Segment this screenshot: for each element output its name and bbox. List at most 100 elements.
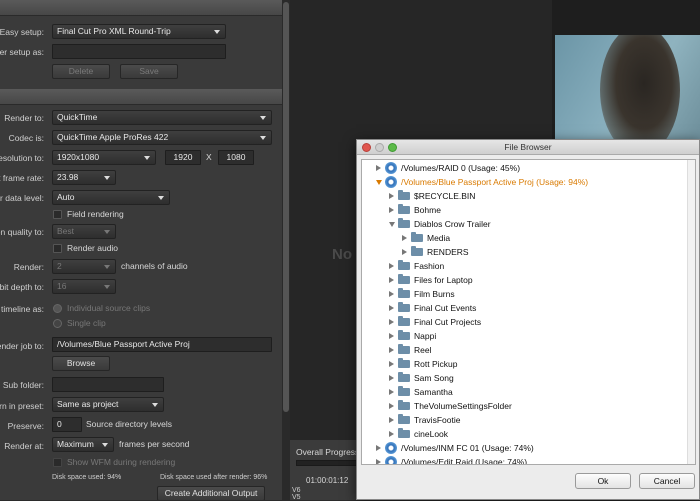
disclosure-closed-icon[interactable]	[389, 305, 394, 311]
folder-icon	[398, 372, 410, 382]
disclosure-closed-icon[interactable]	[389, 389, 394, 395]
render-job-input[interactable]: /Volumes/Blue Passport Active Proj	[52, 337, 272, 352]
row-label: Sam Song	[414, 373, 454, 383]
render-audio-checkbox[interactable]	[53, 244, 62, 253]
show-wfm-checkbox[interactable]	[53, 458, 62, 467]
disclosure-closed-icon[interactable]	[389, 431, 394, 437]
channels-select[interactable]: 2	[52, 259, 116, 274]
create-output-button[interactable]: Create Additional Output	[157, 486, 265, 500]
folder-row[interactable]: Reel	[362, 343, 695, 357]
browse-button[interactable]: Browse	[52, 356, 110, 371]
folder-row[interactable]: TheVolumeSettingsFolder	[362, 399, 695, 413]
disclosure-closed-icon[interactable]	[389, 375, 394, 381]
folder-icon	[398, 302, 410, 312]
file-tree: /Volumes/RAID 0 (Usage: 45%) /Volumes/Blu…	[361, 159, 696, 465]
save-setup-label: Save user setup as:	[0, 47, 44, 57]
disclosure-closed-icon[interactable]	[389, 347, 394, 353]
bit-depth-label: Render at bit depth to:	[0, 282, 44, 292]
folder-row[interactable]: Nappi	[362, 329, 695, 343]
folder-row[interactable]: cineLook	[362, 427, 695, 441]
folder-row[interactable]: Bohme	[362, 203, 695, 217]
bit-depth-select[interactable]: 16	[52, 279, 116, 294]
folder-row[interactable]: Fashion	[362, 259, 695, 273]
folder-row[interactable]: Sam Song	[362, 371, 695, 385]
minimize-icon[interactable]	[375, 143, 384, 152]
render-at-label: Render at:	[4, 441, 44, 451]
disclosure-closed-icon[interactable]	[389, 277, 394, 283]
disclosure-closed-icon[interactable]	[389, 361, 394, 367]
folder-row[interactable]: Samantha	[362, 385, 695, 399]
zoom-icon[interactable]	[388, 143, 397, 152]
width-input[interactable]: 1920	[165, 150, 201, 165]
timeline-label: Render timeline as:	[0, 304, 44, 314]
file-browser-dialog: File Browser /Volumes/RAID 0 (Usage: 45%…	[356, 139, 700, 500]
disclosure-open-icon[interactable]	[376, 180, 382, 185]
folder-row[interactable]: Film Burns	[362, 287, 695, 301]
ok-button[interactable]: Ok	[575, 473, 631, 489]
disclosure-closed-icon[interactable]	[389, 207, 394, 213]
frame-rate-select[interactable]: 23.98	[52, 170, 116, 185]
disclosure-open-icon[interactable]	[389, 222, 395, 227]
volume-row[interactable]: /Volumes/RAID 0 (Usage: 45%)	[362, 161, 695, 175]
height-input[interactable]: 1080	[218, 150, 254, 165]
field-rendering-checkbox[interactable]	[53, 210, 62, 219]
folder-icon	[398, 288, 410, 298]
render-at-select[interactable]: Maximum	[52, 437, 114, 452]
preserve-stepper[interactable]: 0	[52, 417, 82, 432]
folder-icon	[398, 330, 410, 340]
preserve-label: Preserve:	[7, 421, 44, 431]
folder-row[interactable]: Rott Pickup	[362, 357, 695, 371]
close-icon[interactable]	[362, 143, 371, 152]
overall-progress-label: Overall Progress	[296, 447, 360, 457]
folder-row[interactable]: Files for Laptop	[362, 273, 695, 287]
row-label: $RECYCLE.BIN	[414, 191, 476, 201]
disclosure-closed-icon[interactable]	[389, 291, 394, 297]
render-to-select[interactable]: QuickTime	[52, 110, 272, 125]
disclosure-closed-icon[interactable]	[389, 333, 394, 339]
individual-clips-label: Individual source clips	[67, 303, 151, 313]
folder-row[interactable]: TravisFootie	[362, 413, 695, 427]
render-settings-panel: Easy setup: Final Cut Pro XML Round-Trip…	[0, 0, 282, 500]
quality-select[interactable]: Best	[52, 224, 116, 239]
disclosure-closed-icon[interactable]	[389, 193, 394, 199]
easy-setup-select[interactable]: Final Cut Pro XML Round-Trip	[52, 24, 226, 39]
disclosure-closed-icon[interactable]	[389, 319, 394, 325]
preview-image	[555, 35, 700, 140]
individual-clips-radio[interactable]	[53, 304, 62, 313]
folder-row[interactable]: Media	[362, 231, 695, 245]
scrollbar-thumb[interactable]	[283, 2, 289, 412]
disclosure-closed-icon[interactable]	[376, 445, 381, 451]
disclosure-closed-icon[interactable]	[376, 459, 381, 464]
codec-select[interactable]: QuickTime Apple ProRes 422	[52, 130, 272, 145]
folder-icon	[398, 358, 410, 368]
folder-row[interactable]: Final Cut Events	[362, 301, 695, 315]
file-tree-scrollbar[interactable]	[687, 160, 695, 464]
left-panel-scrollbar[interactable]	[282, 0, 290, 500]
disclosure-closed-icon[interactable]	[389, 403, 394, 409]
subfolder-input[interactable]	[52, 377, 164, 392]
row-label: Film Burns	[414, 289, 455, 299]
volume-row[interactable]: /Volumes/Edit Raid (Usage: 74%)	[362, 455, 695, 465]
disclosure-closed-icon[interactable]	[376, 165, 381, 171]
return-preset-select[interactable]: Same as project	[52, 397, 164, 412]
data-level-select[interactable]: Auto	[52, 190, 170, 205]
volume-row[interactable]: /Volumes/Blue Passport Active Proj (Usag…	[362, 175, 695, 189]
cancel-button[interactable]: Cancel	[639, 473, 695, 489]
folder-row[interactable]: Final Cut Projects	[362, 315, 695, 329]
save-setup-input[interactable]	[52, 44, 226, 59]
resolution-select[interactable]: 1920x1080	[52, 150, 156, 165]
row-label: /Volumes/Edit Raid (Usage: 74%)	[401, 457, 528, 465]
folder-row[interactable]: Diablos Crow Trailer	[362, 217, 695, 231]
disclosure-closed-icon[interactable]	[402, 235, 407, 241]
delete-button[interactable]: Delete	[52, 64, 110, 79]
disclosure-closed-icon[interactable]	[389, 263, 394, 269]
row-label: /Volumes/Blue Passport Active Proj (Usag…	[401, 177, 589, 187]
volume-row[interactable]: /Volumes/INM FC 01 (Usage: 74%)	[362, 441, 695, 455]
folder-row[interactable]: $RECYCLE.BIN	[362, 189, 695, 203]
folder-row[interactable]: RENDERS	[362, 245, 695, 259]
disclosure-closed-icon[interactable]	[389, 417, 394, 423]
disclosure-closed-icon[interactable]	[402, 249, 407, 255]
single-clip-radio[interactable]	[53, 319, 62, 328]
save-button[interactable]: Save	[120, 64, 178, 79]
row-label: TravisFootie	[414, 415, 461, 425]
